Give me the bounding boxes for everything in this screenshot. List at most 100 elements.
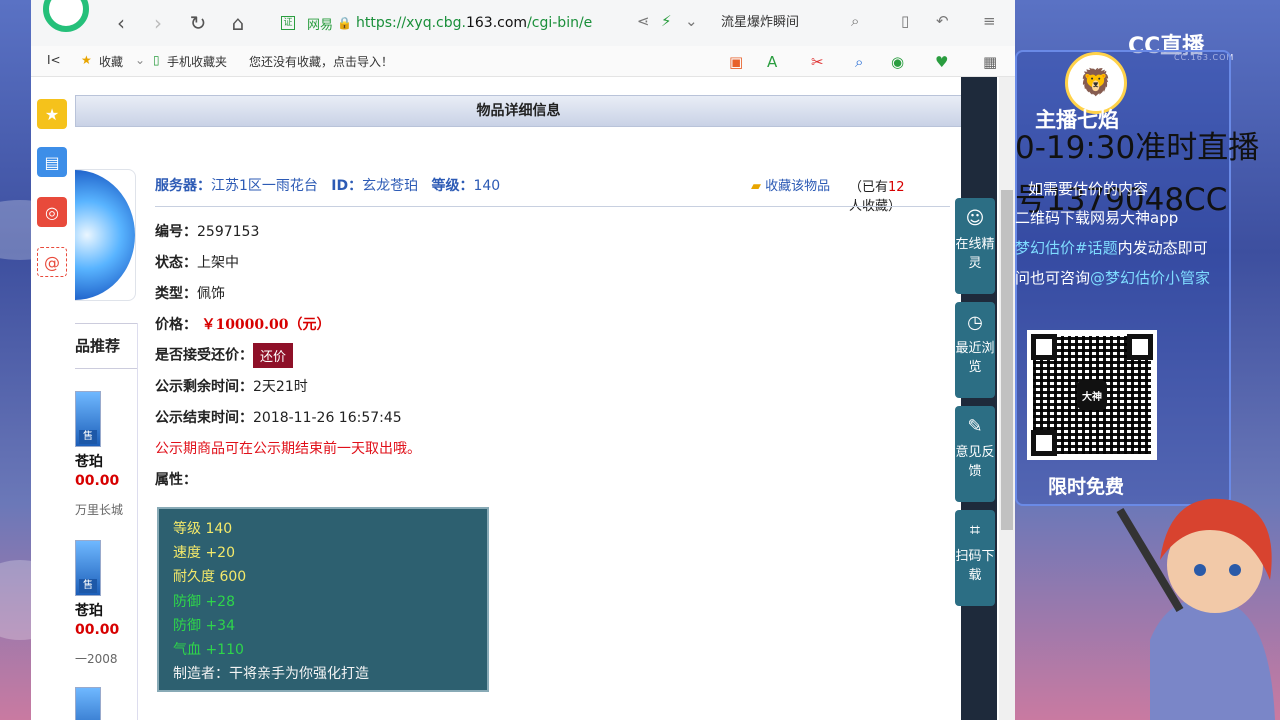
search-input[interactable]: 流星爆炸瞬间 bbox=[721, 9, 871, 37]
recommend-title: 品推荐 bbox=[75, 323, 137, 369]
lightning-icon[interactable]: ⚡ bbox=[661, 12, 672, 30]
weibo-icon[interactable]: ◎ bbox=[37, 197, 67, 227]
gamepad-icon[interactable]: ◉ bbox=[891, 53, 904, 71]
server-value: 江苏1区一雨花台 bbox=[211, 178, 318, 194]
float-toolbar: ☺ 在线精灵 ◷ 最近浏览 ✎ 意见反馈 ⌗ 扫码下载 bbox=[955, 198, 997, 608]
attr-line: 防御 +28 bbox=[173, 593, 235, 610]
sell-badge: 售 bbox=[79, 579, 97, 593]
server-label: 服务器： bbox=[155, 178, 211, 194]
id-value: 玄龙苍珀 bbox=[362, 178, 419, 194]
magnifier-icon[interactable]: ⌕ bbox=[855, 53, 863, 71]
qr-code: 大神 bbox=[1027, 330, 1157, 460]
field-id: 编号：2597153 bbox=[155, 224, 260, 240]
feedback-button[interactable]: ✎ 意见反馈 bbox=[955, 406, 995, 502]
certificate-label: 网易 bbox=[307, 17, 334, 33]
recent-browse-button[interactable]: ◷ 最近浏览 bbox=[955, 302, 995, 398]
phone-icon: ▯ bbox=[153, 53, 160, 67]
favorites-star-icon[interactable]: ★ bbox=[37, 99, 67, 129]
star-icon: ★ bbox=[81, 53, 92, 67]
field-price: 价格： ￥10000.00（元） bbox=[155, 317, 331, 333]
attr-line: 防御 +34 bbox=[173, 617, 235, 634]
online-fairy-button[interactable]: ☺ 在线精灵 bbox=[955, 198, 995, 294]
attr-line: 等级 140 bbox=[173, 521, 233, 537]
edit-icon: ✎ bbox=[967, 416, 983, 437]
certificate-icon: 证 bbox=[281, 16, 295, 30]
browser-logo-icon[interactable] bbox=[43, 0, 89, 32]
id-label: ID： bbox=[331, 178, 363, 194]
field-type: 类型：佩饰 bbox=[155, 286, 225, 302]
recommend-item-image[interactable] bbox=[75, 687, 101, 720]
fairy-icon: ☺ bbox=[965, 208, 985, 229]
menu-icon[interactable]: ≡ bbox=[983, 12, 996, 30]
game-character-image bbox=[1116, 498, 1275, 720]
field-end-time: 公示结束时间：2018-11-26 16:57:45 bbox=[155, 410, 402, 426]
level-label: 等级： bbox=[431, 178, 474, 194]
chevron-down-icon[interactable]: ⌄ bbox=[685, 12, 698, 30]
notice-text: 公示期商品可在公示期结束前一天取出哦。 bbox=[155, 441, 421, 457]
browser-sidebar: ★ ▤ ◎ @ bbox=[31, 77, 76, 720]
schedule-text: 0-19:30准时直播 bbox=[1015, 130, 1260, 166]
home-button[interactable]: ⌂ bbox=[226, 11, 250, 35]
attr-line: 气血 +110 bbox=[173, 642, 244, 659]
overlay-line: 二维码下载网易大神app bbox=[1015, 209, 1179, 227]
scissors-icon[interactable]: ✂ bbox=[811, 53, 824, 71]
lock-icon: 🔒 bbox=[337, 16, 352, 30]
field-status: 状态：上架中 bbox=[155, 255, 239, 271]
search-icon[interactable]: ⌕ bbox=[851, 12, 859, 30]
overlay-line: 如需要估价的内容 bbox=[1028, 180, 1149, 198]
scan-download-button[interactable]: ⌗ 扫码下载 bbox=[955, 510, 995, 606]
apps-icon[interactable]: ▦ bbox=[983, 53, 997, 71]
recommend-item-server: 一2008 bbox=[75, 652, 118, 666]
scan-icon: ⌗ bbox=[969, 520, 981, 541]
item-image bbox=[75, 169, 136, 301]
chevron-down-icon: ⌄ bbox=[135, 53, 146, 67]
clock-icon: ◷ bbox=[967, 312, 983, 333]
collect-item-link[interactable]: ▰ 收藏该物品 bbox=[751, 175, 830, 194]
shield-icon[interactable]: ♥ bbox=[935, 53, 948, 71]
attributes-label: 属性： bbox=[155, 472, 197, 488]
recommend-item-price: 00.00 bbox=[75, 622, 120, 638]
translate-icon[interactable]: A bbox=[767, 53, 777, 71]
recommend-item-server: 万里长城 bbox=[75, 503, 124, 517]
folder-icon: ▰ bbox=[751, 179, 761, 194]
field-remaining-time: 公示剩余时间：2天21时 bbox=[155, 379, 308, 395]
collapse-sidebar-button[interactable]: I< bbox=[47, 53, 61, 67]
divider bbox=[155, 206, 950, 207]
item-info-line: 服务器：江苏1区一雨花台 ID：玄龙苍珀 等级：140 ▰ 收藏该物品 （已有1… bbox=[155, 175, 955, 214]
attr-line: 耐久度 600 bbox=[173, 569, 247, 586]
calendar-icon[interactable]: ▣ bbox=[729, 53, 743, 71]
sell-badge: 售 bbox=[79, 430, 97, 444]
browser-window: ‹ › ↻ ⌂ 证 网易 🔒 https://xyq.cbg.163.com/c… bbox=[31, 0, 1015, 720]
browser-toolbar: ‹ › ↻ ⌂ 证 网易 🔒 https://xyq.cbg.163.com/c… bbox=[31, 0, 1015, 47]
mobile-favorites-link[interactable]: 手机收藏夹 bbox=[167, 53, 227, 70]
overlay-line: 问也可咨询@梦幻估价小管家 bbox=[1015, 269, 1211, 287]
recommend-item-name[interactable]: 苍珀 bbox=[75, 451, 103, 471]
qr-center-logo: 大神 bbox=[1077, 380, 1107, 410]
attributes-box: 等级 140 速度 +20 耐久度 600 防御 +28 防御 +34 气血 +… bbox=[157, 507, 489, 692]
attr-line: 制造者：干将亲手为你强化打造 bbox=[173, 666, 369, 683]
price-value: ￥10000.00（元） bbox=[201, 317, 331, 333]
refresh-button[interactable]: ↻ bbox=[186, 11, 210, 35]
news-icon[interactable]: ▤ bbox=[37, 147, 67, 177]
bargain-button[interactable]: 还价 bbox=[253, 343, 294, 368]
overlay-line: 梦幻估价#话题内发动态即可 bbox=[1015, 239, 1208, 257]
back-button[interactable]: ‹ bbox=[109, 11, 133, 35]
undo-icon[interactable]: ↶ bbox=[936, 12, 949, 30]
collect-count: （已有12人收藏） bbox=[849, 180, 905, 214]
forward-button[interactable]: › bbox=[146, 11, 170, 35]
recommend-panel: 品推荐 售 苍珀 00.00 万里长城 售 苍珀 00.00 一2008 bbox=[75, 323, 138, 720]
recommend-item-name[interactable]: 苍珀 bbox=[75, 600, 103, 620]
bookmarks-bar: I< ★ 收藏 ⌄ ▯ 手机收藏夹 您还没有收藏，点击导入！ ▣ A ✂ ⌕ ◉… bbox=[31, 46, 1015, 77]
share-icon[interactable]: ⋖ bbox=[637, 12, 650, 30]
attr-line: 速度 +20 bbox=[173, 545, 235, 562]
url-text: https://xyq.cbg.163.com/cgi-bin/e bbox=[355, 15, 593, 31]
import-hint-link[interactable]: 您还没有收藏，点击导入！ bbox=[249, 53, 393, 70]
recommend-item-price: 00.00 bbox=[75, 473, 120, 489]
favorites-button[interactable]: 收藏 bbox=[99, 53, 123, 70]
mobile-icon[interactable]: ▯ bbox=[901, 12, 909, 30]
page-title: 物品详细信息 bbox=[75, 95, 962, 127]
level-value: 140 bbox=[473, 178, 501, 194]
mail-icon[interactable]: @ bbox=[37, 247, 67, 277]
scrollbar-thumb[interactable] bbox=[1001, 190, 1013, 530]
page-content: 物品详细信息 服务器：江苏1区一雨花台 ID：玄龙苍珀 等级：140 ▰ 收藏该… bbox=[75, 77, 1005, 720]
